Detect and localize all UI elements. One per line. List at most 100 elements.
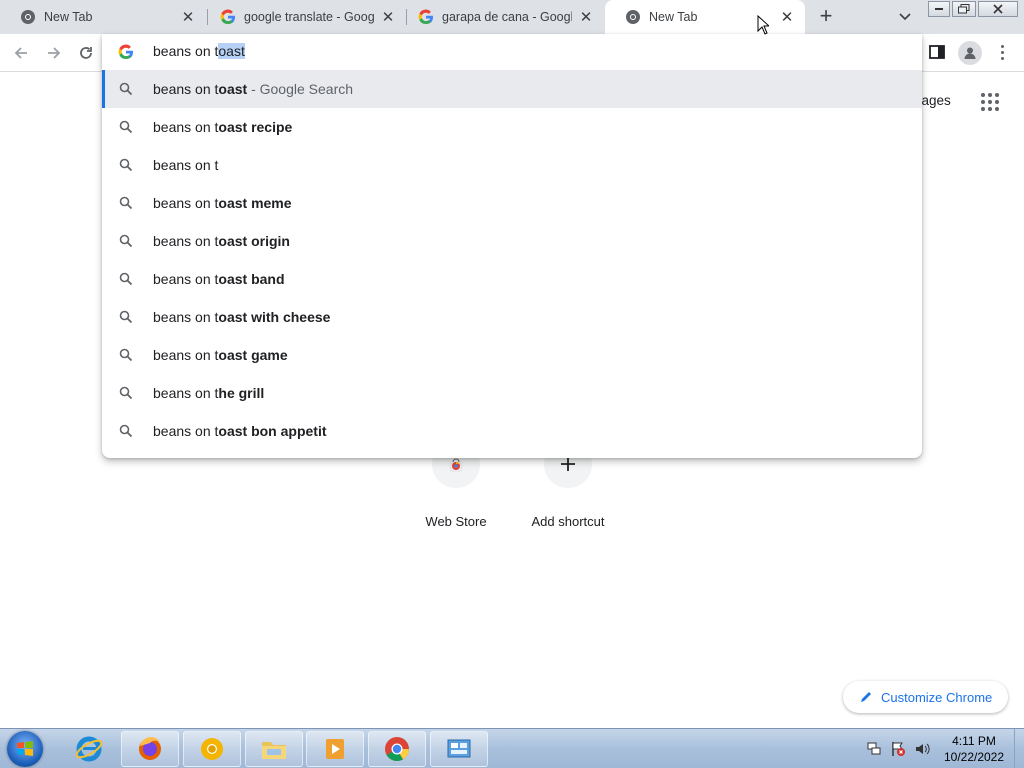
tab-new-tab-1[interactable]: New Tab ✕ xyxy=(0,0,206,34)
suggestion-prefix: beans on t xyxy=(153,385,219,401)
taskbar-media-player[interactable] xyxy=(306,731,364,767)
arrow-left-icon xyxy=(14,47,27,59)
suggestion-item[interactable]: beans on toast game xyxy=(102,336,922,374)
mouse-cursor-icon xyxy=(757,15,769,35)
search-icon xyxy=(119,158,133,172)
firefox-icon xyxy=(139,737,161,760)
search-icon xyxy=(119,120,133,134)
suggestion-prefix: beans on t xyxy=(153,233,219,249)
search-icon xyxy=(119,310,133,324)
suggestion-item[interactable]: beans on toast origin xyxy=(102,222,922,260)
tab-google-translate[interactable]: google translate - Google ✕ xyxy=(200,0,406,34)
new-tab-button[interactable]: + xyxy=(814,5,838,29)
suggestion-item[interactable]: beans on toast meme xyxy=(102,184,922,222)
suggestion-prefix: beans on t xyxy=(153,423,219,439)
close-tab-icon[interactable]: ✕ xyxy=(578,9,594,26)
suggestion-text: beans on toast origin xyxy=(153,233,290,249)
menu-dot xyxy=(1000,56,1004,60)
show-desktop-button[interactable] xyxy=(1014,729,1024,768)
google-g-icon xyxy=(118,44,133,60)
minimize-button[interactable] xyxy=(928,1,950,17)
suggestion-completion: oast recipe xyxy=(218,119,293,135)
taskbar-control-panel[interactable] xyxy=(430,731,488,767)
tab-garapa-de-cana[interactable]: garapa de cana - Google ✕ xyxy=(398,0,604,34)
suggestion-item[interactable]: beans on toast bon appetit xyxy=(102,412,922,450)
taskbar-chrome-canary[interactable] xyxy=(183,731,241,767)
tab-title: New Tab xyxy=(649,10,698,24)
chrome-menu-button[interactable] xyxy=(996,42,1008,62)
tab-title: google translate - Google xyxy=(244,10,374,24)
suggestion-completion: oast band xyxy=(218,271,285,287)
suggestion-item[interactable]: beans on toast band xyxy=(102,260,922,298)
omnibox-text[interactable]: beans on toast xyxy=(153,43,245,59)
file-explorer-icon xyxy=(262,742,286,759)
close-window-button[interactable] xyxy=(978,1,1018,17)
suggestion-prefix: beans on t xyxy=(153,81,219,97)
google-g-icon xyxy=(220,9,236,25)
reload-icon xyxy=(80,47,92,59)
taskbar-internet-explorer[interactable] xyxy=(60,731,118,767)
person-icon xyxy=(964,47,976,59)
suggestion-item[interactable]: beans on toast with cheese xyxy=(102,298,922,336)
autocomplete-selection: oast xyxy=(218,43,245,59)
close-tab-icon[interactable]: ✕ xyxy=(779,9,795,26)
taskbar: 4:11 PM 10/22/2022 xyxy=(0,728,1024,768)
suggestion-item[interactable]: beans on toast - Google Search xyxy=(102,70,922,108)
volume-icon[interactable] xyxy=(914,741,930,757)
search-icon xyxy=(119,348,133,362)
customize-chrome-button[interactable]: Customize Chrome xyxy=(843,681,1008,713)
control-panel-icon xyxy=(447,739,471,758)
suggestion-item[interactable]: beans on the grill xyxy=(102,374,922,412)
action-center-icon[interactable] xyxy=(890,741,906,757)
customize-label: Customize Chrome xyxy=(881,689,993,705)
suggestion-prefix: beans on t xyxy=(153,119,219,135)
shortcut-label: Web Store xyxy=(425,514,487,529)
omnibox-dropdown: beans on toast beans on toast - Google S… xyxy=(102,34,922,458)
clock-date: 10/22/2022 xyxy=(943,750,1005,764)
system-clock[interactable]: 4:11 PM 10/22/2022 xyxy=(936,733,1012,765)
forward-button[interactable] xyxy=(42,41,66,65)
internet-explorer-icon xyxy=(75,736,103,762)
close-tab-icon[interactable]: ✕ xyxy=(180,9,196,26)
google-apps-button[interactable] xyxy=(979,91,1001,113)
suggestion-item[interactable]: beans on t xyxy=(102,146,922,184)
chevron-down-icon xyxy=(899,13,911,21)
suggestion-text: beans on toast bon appetit xyxy=(153,423,327,439)
suggestion-item[interactable]: beans on toast recipe xyxy=(102,108,922,146)
suggestion-prefix: beans on t xyxy=(153,157,219,173)
restore-icon xyxy=(958,4,970,14)
clock-time: 4:11 PM xyxy=(952,734,996,748)
profile-button[interactable] xyxy=(958,41,982,65)
suggestion-text: beans on t xyxy=(153,157,218,173)
suggestion-completion: oast with cheese xyxy=(218,309,331,325)
suggestion-prefix: beans on t xyxy=(153,309,219,325)
suggestion-text: beans on toast - Google Search xyxy=(153,81,353,97)
menu-dot xyxy=(1000,50,1004,54)
suggestion-prefix: beans on t xyxy=(153,271,219,287)
suggestion-completion: oast bon appetit xyxy=(218,423,327,439)
search-icon xyxy=(119,196,133,210)
tab-strip: New Tab ✕ google translate - Google ✕ ga… xyxy=(0,0,1024,34)
chrome-icon xyxy=(625,9,641,25)
start-button[interactable] xyxy=(7,731,43,767)
media-player-icon xyxy=(326,739,344,759)
arrow-right-icon xyxy=(48,47,61,59)
close-tab-icon[interactable]: ✕ xyxy=(380,9,396,26)
suggestion-suffix: - Google Search xyxy=(247,81,354,97)
taskbar-file-explorer[interactable] xyxy=(245,731,303,767)
side-panel-button[interactable] xyxy=(928,43,946,61)
taskbar-chrome[interactable] xyxy=(368,731,426,767)
back-button[interactable] xyxy=(9,41,33,65)
omnibox-input[interactable]: beans on toast xyxy=(102,34,922,70)
taskbar-firefox[interactable] xyxy=(121,731,179,767)
reload-button[interactable] xyxy=(74,41,98,65)
side-panel-icon xyxy=(929,45,945,59)
tab-search-button[interactable] xyxy=(894,6,916,28)
network-icon[interactable] xyxy=(866,741,882,757)
suggestion-completion: oast meme xyxy=(218,195,292,211)
restore-button[interactable] xyxy=(952,1,976,17)
tab-new-tab-active[interactable]: New Tab ✕ xyxy=(605,0,805,34)
chrome-icon xyxy=(385,737,409,762)
suggestion-text: beans on toast game xyxy=(153,347,288,363)
search-icon xyxy=(119,272,133,286)
